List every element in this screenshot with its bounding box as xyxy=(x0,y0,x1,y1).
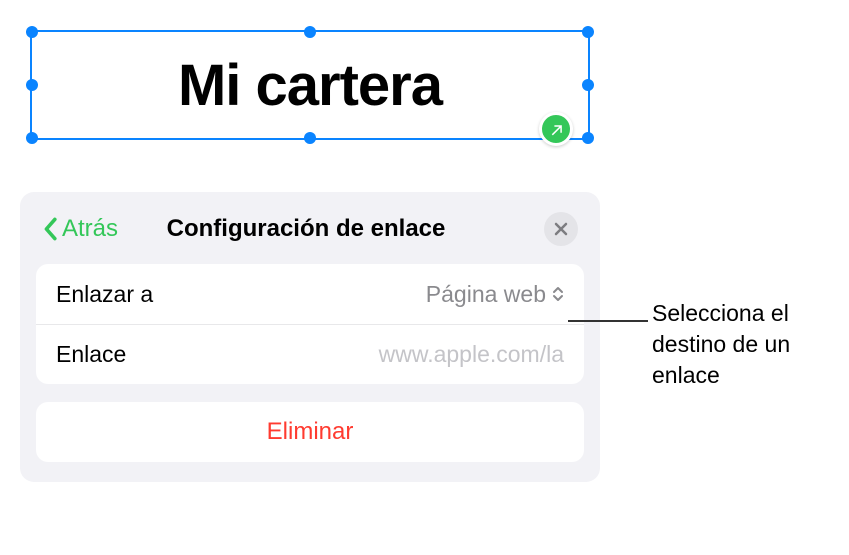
link-url-placeholder: www.apple.com/la xyxy=(379,341,564,368)
callout-line xyxy=(568,320,648,322)
resize-handle-top-right[interactable] xyxy=(582,26,594,38)
resize-handle-bottom-middle[interactable] xyxy=(304,132,316,144)
panel-header: Atrás Configuración de enlace xyxy=(36,208,584,264)
resize-handle-top-middle[interactable] xyxy=(304,26,316,38)
close-button[interactable] xyxy=(544,212,578,246)
canvas-area: Mi cartera xyxy=(20,20,600,170)
chevron-left-icon xyxy=(42,217,58,241)
link-to-label: Enlazar a xyxy=(56,281,153,308)
selected-text: Mi cartera xyxy=(178,52,442,119)
updown-icon xyxy=(552,286,564,302)
resize-handle-bottom-left[interactable] xyxy=(26,132,38,144)
panel-title: Configuración de enlace xyxy=(68,215,544,243)
resize-handle-middle-right[interactable] xyxy=(582,79,594,91)
selected-text-box[interactable]: Mi cartera xyxy=(30,30,590,140)
link-url-label: Enlace xyxy=(56,341,126,368)
link-to-value-text: Página web xyxy=(426,281,546,308)
close-icon xyxy=(554,222,568,236)
link-settings-panel: Atrás Configuración de enlace Enlazar a … xyxy=(20,192,600,482)
link-fields-group: Enlazar a Página web Enlace www.apple.co… xyxy=(36,264,584,384)
link-to-row[interactable]: Enlazar a Página web xyxy=(36,264,584,324)
resize-handle-bottom-right[interactable] xyxy=(582,132,594,144)
link-badge-icon[interactable] xyxy=(539,112,573,146)
resize-handle-top-left[interactable] xyxy=(26,26,38,38)
link-url-row[interactable]: Enlace www.apple.com/la xyxy=(36,324,584,384)
delete-button[interactable]: Eliminar xyxy=(36,402,584,462)
link-to-value: Página web xyxy=(426,281,564,308)
resize-handle-middle-left[interactable] xyxy=(26,79,38,91)
delete-group: Eliminar xyxy=(36,402,584,462)
callout-text: Selecciona el destino de un enlace xyxy=(652,298,832,391)
